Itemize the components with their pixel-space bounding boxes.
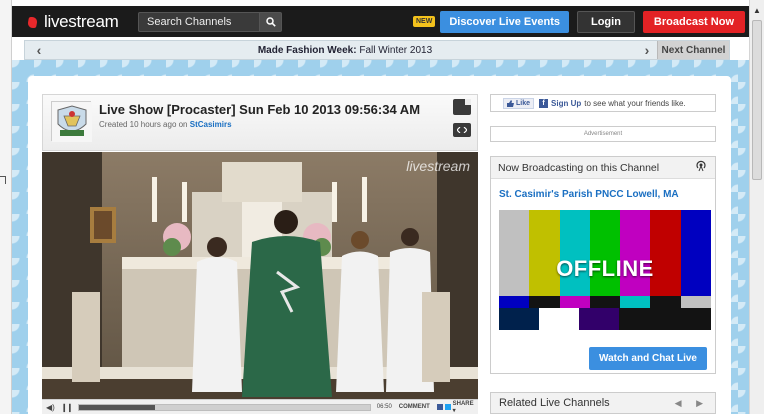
scroll-up-icon[interactable]: ▲ bbox=[753, 6, 761, 15]
broadcast-signal-icon bbox=[695, 160, 707, 175]
facebook-like-label: Like bbox=[516, 99, 531, 107]
video-player[interactable]: livestream bbox=[42, 152, 478, 402]
channel-link[interactable]: StCasimirs bbox=[190, 120, 232, 129]
show-header: Live Show [Procaster] Sun Feb 10 2013 09… bbox=[42, 94, 478, 151]
now-broadcasting-panel: Now Broadcasting on this Channel St. Cas… bbox=[490, 156, 716, 374]
next-channel-arrow[interactable]: › bbox=[637, 42, 657, 58]
channel-crest-image bbox=[52, 102, 92, 142]
share-button[interactable]: SHARE ▾ bbox=[436, 400, 478, 414]
show-created-line: Created 10 hours ago on StCasimirs bbox=[99, 120, 232, 129]
previous-channel-button[interactable]: ‹ bbox=[25, 42, 53, 58]
comment-button[interactable]: COMMENT bbox=[399, 404, 430, 410]
facebook-like-box: Like f Sign Up to see what your friends … bbox=[490, 94, 716, 112]
playback-time: 06:50 bbox=[376, 404, 392, 410]
discover-live-events-button[interactable]: Discover Live Events bbox=[440, 10, 569, 33]
color-bars-bottom bbox=[499, 308, 711, 330]
advertisement-slot: Advertisement bbox=[490, 126, 716, 142]
watch-and-chat-live-button[interactable]: Watch and Chat Live bbox=[589, 347, 707, 370]
facebook-like-button[interactable]: Like bbox=[503, 97, 535, 109]
next-channel-button[interactable]: Next Channel bbox=[657, 41, 729, 59]
livestream-logo-icon bbox=[28, 15, 42, 29]
featured-title-light: Fall Winter 2013 bbox=[356, 44, 433, 56]
related-live-channels-header: Related Live Channels ◀ ▶ bbox=[490, 392, 716, 414]
main-content: Live Show [Procaster] Sun Feb 10 2013 09… bbox=[28, 76, 731, 414]
scrollbar-thumb[interactable] bbox=[752, 20, 762, 180]
page-scrollbar[interactable]: ▲ bbox=[749, 0, 764, 414]
playback-progress-fill bbox=[79, 404, 155, 410]
featured-channel-bar: ‹ Made Fashion Week: Fall Winter 2013 › … bbox=[24, 40, 730, 60]
facebook-share-icon bbox=[436, 404, 443, 410]
now-broadcasting-title: Now Broadcasting on this Channel bbox=[498, 161, 660, 174]
broadcast-now-button[interactable]: Broadcast Now bbox=[642, 10, 745, 33]
facebook-icon: f bbox=[539, 98, 549, 108]
login-button[interactable]: Login bbox=[576, 10, 635, 33]
channel-avatar[interactable] bbox=[51, 101, 92, 142]
related-live-channels-title: Related Live Channels bbox=[499, 397, 610, 409]
new-badge: NEW bbox=[412, 16, 436, 27]
top-navigation: livestream Search Channels NEW Discover … bbox=[12, 6, 749, 37]
now-broadcasting-header: Now Broadcasting on this Channel bbox=[491, 157, 715, 179]
thumbs-up-icon bbox=[507, 99, 514, 107]
logo-text: livestream bbox=[44, 11, 119, 31]
livestream-watermark: livestream bbox=[406, 158, 470, 174]
broadcast-channel-name[interactable]: St. Casimir's Parish PNCC Lowell, MA bbox=[491, 179, 715, 200]
video-frame-church-service bbox=[42, 152, 478, 402]
pause-icon[interactable]: ❙❙ bbox=[61, 403, 73, 412]
embed-icon[interactable] bbox=[453, 123, 471, 137]
share-label: SHARE ▾ bbox=[452, 400, 474, 414]
new-window-icon[interactable] bbox=[453, 99, 471, 115]
twitter-share-icon bbox=[444, 404, 451, 410]
facebook-signup-link[interactable]: Sign Up bbox=[551, 99, 581, 108]
edge-marker bbox=[0, 176, 6, 184]
featured-title-bold: Made Fashion Week: bbox=[257, 44, 357, 56]
related-pager-arrows[interactable]: ◀ ▶ bbox=[675, 398, 709, 409]
browser-left-edge bbox=[0, 0, 12, 414]
player-controls: ◀) ❙❙ 06:50 COMMENT SHARE ▾ bbox=[42, 399, 478, 414]
offline-test-pattern[interactable]: OFFLINE bbox=[499, 210, 711, 330]
search-input[interactable]: Search Channels bbox=[138, 11, 260, 32]
search-button[interactable] bbox=[260, 11, 282, 32]
featured-channel-title[interactable]: Made Fashion Week: Fall Winter 2013 bbox=[53, 45, 637, 56]
show-title: Live Show [Procaster] Sun Feb 10 2013 09… bbox=[99, 102, 421, 117]
color-bars bbox=[499, 210, 711, 296]
color-bars-middle bbox=[499, 296, 711, 308]
search-icon bbox=[265, 16, 276, 27]
facebook-like-text: to see what your friends like. bbox=[584, 98, 686, 108]
offline-label: OFFLINE bbox=[556, 256, 654, 281]
volume-icon[interactable]: ◀) bbox=[46, 403, 55, 412]
playback-progress-bar[interactable] bbox=[78, 403, 371, 411]
livestream-logo[interactable]: livestream bbox=[28, 12, 126, 32]
created-text: Created 10 hours ago on bbox=[99, 120, 190, 129]
